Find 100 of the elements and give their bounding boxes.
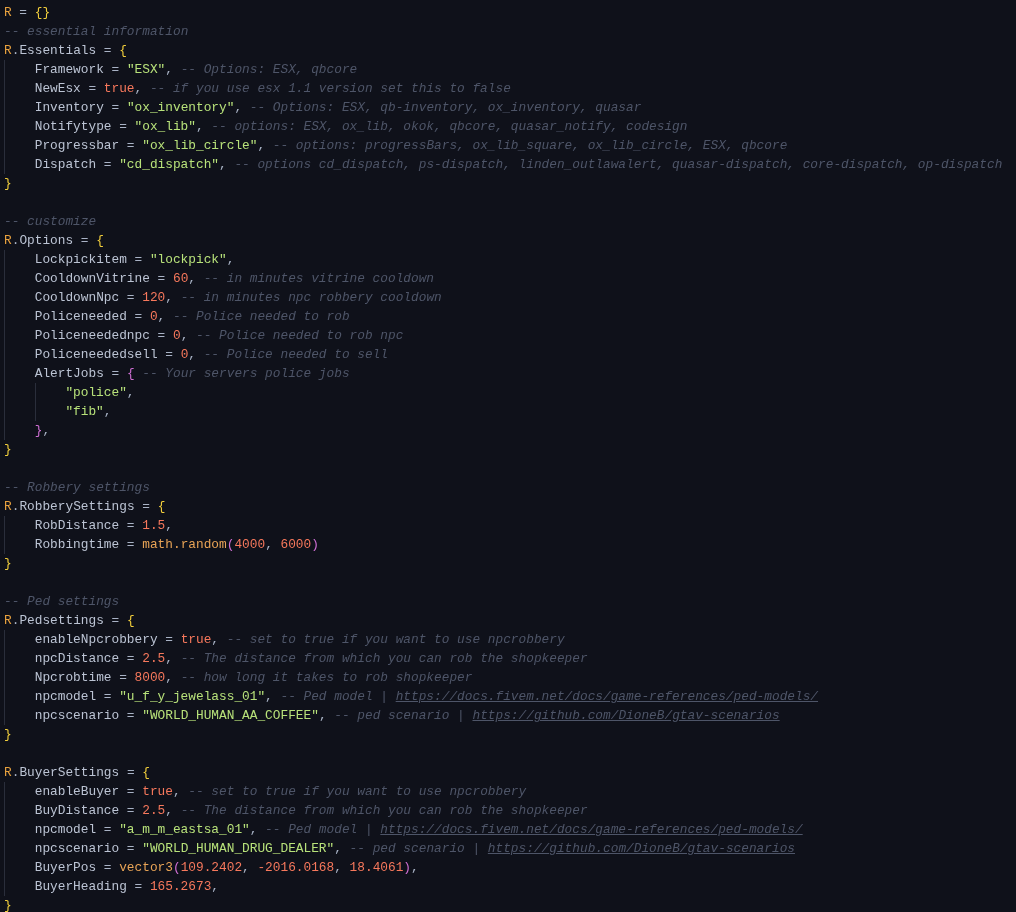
operator: = <box>110 613 121 628</box>
field-name: BuyerSettings <box>19 765 120 780</box>
operator: , <box>42 423 51 438</box>
bracket: } <box>4 176 12 191</box>
code-comment: -- The distance from which you can rob the shopkeeper <box>180 651 588 666</box>
operator: = <box>102 43 113 58</box>
boolean-literal: true <box>142 784 173 799</box>
bracket: ( <box>226 537 235 552</box>
operator: , <box>265 689 274 704</box>
string-literal: "ox_lib" <box>134 119 196 134</box>
code-comment: -- Police needed to rob npc <box>196 328 404 343</box>
variable-name: R <box>4 765 12 780</box>
code-comment: -- Ped settings <box>4 594 120 609</box>
operator: = <box>164 632 174 647</box>
operator: = <box>110 62 121 77</box>
comment-link[interactable]: https://github.com/DioneB/gtav-scenarios <box>472 708 780 723</box>
code-comment: -- if you use esx 1.1 version set this to false <box>149 81 511 96</box>
field-name: BuyerPos <box>34 860 97 875</box>
string-literal: "ox_inventory" <box>126 100 235 115</box>
code-comment: -- set to true if you want to use npcrobbery <box>226 632 565 647</box>
operator: = <box>102 689 113 704</box>
operator: , <box>318 708 328 723</box>
operator: , <box>180 328 190 343</box>
code-comment: -- how long it takes to rob shopkeeper <box>180 670 473 685</box>
field-name: AlertJobs <box>34 366 104 381</box>
number-literal: 2.5 <box>142 651 166 666</box>
number-literal: 0 <box>149 309 158 324</box>
operator: = <box>110 100 121 115</box>
field-name: Npcrobtime <box>34 670 112 685</box>
code-comment: -- ped scenario | <box>349 841 481 856</box>
function-name: vector3 <box>119 860 173 875</box>
operator: , <box>257 138 267 153</box>
code-comment: -- Police needed to rob <box>172 309 350 324</box>
field-name: Options <box>19 233 74 248</box>
bracket: { <box>157 499 166 514</box>
operator: , <box>165 803 174 818</box>
string-literal: "a_m_m_eastsa_01" <box>119 822 250 837</box>
operator: , <box>126 385 135 400</box>
field-name: enableBuyer <box>34 784 120 799</box>
number-literal: 0 <box>172 328 181 343</box>
operator: . <box>11 233 20 248</box>
operator: , <box>219 157 228 172</box>
code-comment: -- essential information <box>4 24 189 39</box>
variable-name: R <box>4 499 12 514</box>
number-literal: 4000 <box>234 537 266 552</box>
string-literal: "u_f_y_jewelass_01" <box>119 689 266 704</box>
operator: , <box>234 100 244 115</box>
code-comment: -- Your servers police jobs <box>142 366 350 381</box>
operator: = <box>156 328 167 343</box>
function-name: math.random <box>142 537 227 552</box>
bracket: ) <box>311 537 319 552</box>
code-comment: -- customize <box>4 214 97 229</box>
bracket: } <box>4 442 12 457</box>
operator: = <box>102 157 113 172</box>
field-name: npcmodel <box>34 822 97 837</box>
field-name: Pedsettings <box>19 613 104 628</box>
operator: , <box>411 860 419 875</box>
operator: = <box>125 841 136 856</box>
field-name: Policeneeded <box>34 309 127 324</box>
field-name: RobberySettings <box>19 499 135 514</box>
string-literal: "fib" <box>65 404 104 419</box>
bracket: { <box>119 43 127 58</box>
code-comment: -- Robbery settings <box>4 480 150 495</box>
bracket: { <box>142 765 150 780</box>
field-name: RobDistance <box>34 518 120 533</box>
operator: , <box>172 784 182 799</box>
operator: , <box>103 404 112 419</box>
code-comment: -- Options: ESX, qbcore <box>180 62 358 77</box>
string-literal: "WORLD_HUMAN_AA_COFFEE" <box>142 708 319 723</box>
boolean-literal: true <box>180 632 212 647</box>
field-name: CooldownNpc <box>34 290 120 305</box>
operator: = <box>156 271 167 286</box>
operator: , <box>242 860 251 875</box>
number-literal: 109.2402 <box>180 860 243 875</box>
code-comment: -- options: progressBars, ox_lib_square, ox_lib_circle, ESX, qbcore <box>272 138 788 153</box>
operator: , <box>211 879 220 894</box>
operator: = <box>125 651 136 666</box>
operator: = <box>133 879 144 894</box>
field-name: Robbingtime <box>34 537 120 552</box>
bracket: } <box>4 556 12 571</box>
operator: = <box>87 81 98 96</box>
string-literal: "cd_dispatch" <box>119 157 220 172</box>
field-name: BuyerHeading <box>34 879 127 894</box>
comment-link[interactable]: https://docs.fivem.net/docs/game-references/ped-models/ <box>395 689 819 704</box>
field-name: Notifytype <box>34 119 112 134</box>
operator: , <box>165 518 173 533</box>
number-literal: 2.5 <box>142 803 166 818</box>
operator: = <box>102 822 113 837</box>
bracket: } <box>34 423 43 438</box>
string-literal: "ox_lib_circle" <box>142 138 258 153</box>
number-literal: 8000 <box>134 670 166 685</box>
operator: , <box>334 841 343 856</box>
code-comment: -- ped scenario | <box>334 708 465 723</box>
comment-link[interactable]: https://github.com/DioneB/gtav-scenarios <box>487 841 795 856</box>
comment-link[interactable]: https://docs.fivem.net/docs/game-references/ped-models/ <box>380 822 803 837</box>
operator: , <box>188 271 197 286</box>
number-literal: -2016.0168 <box>257 860 335 875</box>
operator: = <box>102 860 113 875</box>
field-name: Framework <box>34 62 104 77</box>
operator: = <box>133 309 144 324</box>
